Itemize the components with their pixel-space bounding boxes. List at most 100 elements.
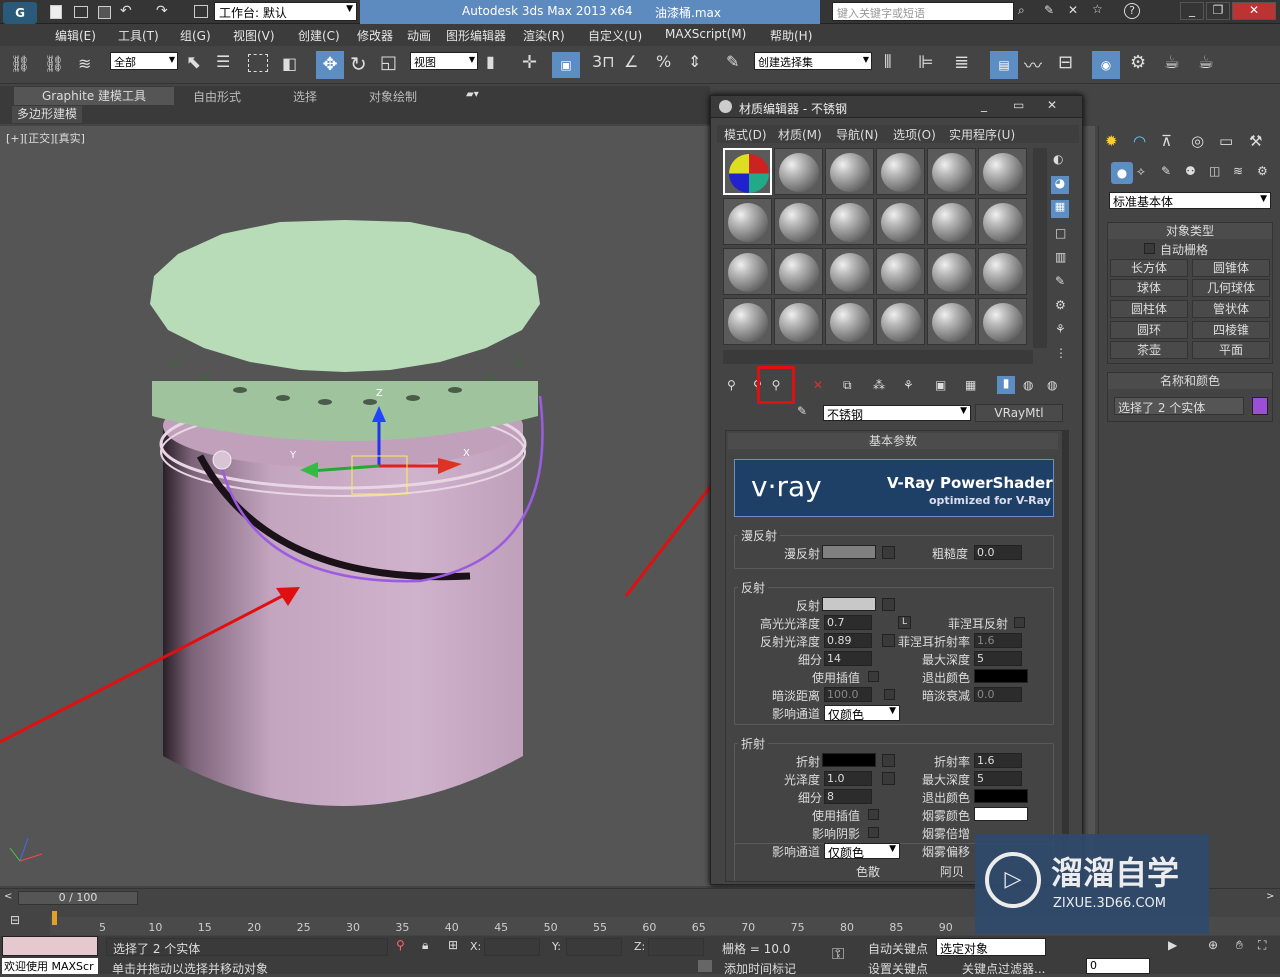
object-type-title[interactable]: 对象类型 — [1108, 223, 1272, 239]
modify-tab-icon[interactable]: ◠ — [1133, 132, 1146, 150]
video-color-icon[interactable]: ▥ — [1055, 250, 1066, 264]
autogrid-checkbox[interactable] — [1144, 243, 1155, 254]
maxscript-listener[interactable] — [2, 936, 98, 956]
menu-rendering[interactable]: 渲染(R) — [523, 27, 565, 44]
refr-gloss-spinner[interactable]: 1.0 — [824, 771, 872, 786]
menu-tools[interactable]: 工具(T) — [118, 27, 159, 44]
frame-number-field[interactable]: 0 — [1086, 958, 1150, 974]
use-interp-checkbox[interactable] — [868, 671, 879, 682]
mat-menu-mode[interactable]: 模式(D) — [724, 126, 767, 143]
dim-dist-checkbox[interactable] — [884, 689, 895, 700]
mat-menu-material[interactable]: 材质(M) — [778, 126, 822, 143]
create-tab-icon[interactable]: ✹ — [1105, 132, 1118, 150]
diffuse-swatch[interactable] — [822, 545, 876, 559]
material-slot[interactable] — [774, 148, 823, 195]
display-tab-icon[interactable]: ▭ — [1219, 132, 1233, 150]
graphite-toggle-icon[interactable]: ▤ — [990, 51, 1018, 79]
add-time-tag[interactable]: 添加时间标记 — [724, 960, 796, 977]
material-slot[interactable] — [978, 298, 1027, 345]
material-slot[interactable] — [927, 198, 976, 245]
refr-gloss-map-button[interactable] — [882, 772, 895, 785]
refr-subdivs-spinner[interactable]: 8 — [824, 789, 872, 804]
create-torus-button[interactable]: 圆环 — [1110, 321, 1188, 339]
search-input[interactable]: 键入关键字或短语 — [832, 2, 1014, 21]
fresnel-checkbox[interactable] — [1014, 617, 1025, 628]
material-slot[interactable] — [876, 148, 925, 195]
basic-params-title[interactable]: 基本参数 — [728, 433, 1058, 449]
menu-create[interactable]: 创建(C) — [298, 27, 340, 44]
fog-color-swatch[interactable] — [974, 807, 1028, 821]
material-slot[interactable] — [927, 148, 976, 195]
affect-channels-dropdown[interactable]: 仅颜色 ▼ — [824, 705, 900, 722]
key-filters-button[interactable]: 关键点过滤器... — [962, 960, 1045, 977]
material-slot[interactable] — [978, 198, 1027, 245]
menu-views[interactable]: 视图(V) — [233, 27, 275, 44]
menu-help[interactable]: 帮助(H) — [770, 27, 812, 44]
material-slot[interactable] — [825, 198, 874, 245]
slots-scrollbar[interactable] — [1033, 148, 1047, 348]
zoom-extents-icon[interactable]: ⊕ — [1208, 938, 1218, 952]
dim-falloff-spinner[interactable]: 0.0 — [974, 687, 1022, 702]
set-key-button[interactable]: 设置关键点 — [868, 960, 928, 977]
mat-menu-utilities[interactable]: 实用程序(U) — [949, 126, 1015, 143]
render-production-icon[interactable]: ☕ — [1198, 52, 1220, 74]
project-folder-icon[interactable] — [194, 5, 208, 18]
material-slot[interactable] — [825, 298, 874, 345]
material-slot[interactable] — [927, 298, 976, 345]
ribbon-tab-graphite[interactable]: Graphite 建模工具 — [14, 87, 174, 105]
material-editor-titlebar[interactable]: 材质编辑器 - 不锈钢 _ ▭ ✕ — [711, 96, 1082, 118]
shapes-icon[interactable]: ⟡ — [1137, 164, 1145, 179]
material-slot[interactable] — [927, 248, 976, 295]
create-teapot-button[interactable]: 茶壶 — [1110, 341, 1188, 359]
mat-map-nav-icon[interactable]: ⋮ — [1055, 346, 1067, 360]
menu-customize[interactable]: 自定义(U) — [588, 27, 642, 44]
make-copy-icon[interactable]: ⧉ — [843, 378, 852, 393]
create-sphere-button[interactable]: 球体 — [1110, 279, 1188, 297]
create-box-button[interactable]: 长方体 — [1110, 259, 1188, 277]
minimize-icon[interactable]: _ — [1180, 2, 1204, 20]
binoculars-icon[interactable]: ⌕ — [1018, 3, 1025, 18]
ribbon-subtab-poly[interactable]: 多边形建模 — [12, 106, 82, 123]
background-icon[interactable]: ▦ — [1051, 200, 1069, 218]
spinner-snap-icon[interactable]: ⇕ — [688, 52, 710, 74]
selected-dropdown[interactable]: 选定对象 — [936, 938, 1046, 956]
material-slot[interactable] — [876, 198, 925, 245]
help-icon[interactable]: ? — [1124, 3, 1140, 19]
systems-icon[interactable]: ⚙ — [1257, 164, 1268, 178]
z-coord-field[interactable] — [648, 938, 704, 956]
material-slot[interactable] — [723, 198, 772, 245]
open-file-icon[interactable] — [74, 6, 88, 18]
select-by-material-icon[interactable]: ⚘ — [1055, 322, 1066, 336]
prev-frame-icon[interactable]: < — [4, 891, 12, 902]
show-map-icon[interactable]: ▦ — [965, 378, 976, 392]
material-slot[interactable] — [723, 248, 772, 295]
rotate-icon[interactable]: ↻ — [350, 52, 372, 76]
refr-affect-channels-dropdown[interactable]: 仅颜色 ▼ — [824, 843, 900, 860]
lights-icon[interactable]: ✎ — [1161, 164, 1171, 178]
mat-close-icon[interactable]: ✕ — [1047, 98, 1057, 112]
next-frame-icon[interactable]: > — [1266, 891, 1274, 902]
spacewarps-icon[interactable]: ≋ — [1233, 164, 1243, 178]
app-logo-icon[interactable]: G — [3, 2, 37, 24]
restore-icon[interactable]: ❐ — [1206, 2, 1230, 20]
workspace-dropdown[interactable]: 工作台: 默认 ▼ — [214, 2, 357, 21]
material-slot-active[interactable] — [723, 148, 772, 195]
close-icon[interactable]: ✕ — [1232, 2, 1276, 20]
ribbon-tab-selection[interactable]: 选择 — [293, 88, 317, 105]
menu-animation[interactable]: 动画 — [407, 27, 431, 44]
hilight-gloss-spinner[interactable]: 0.7 — [824, 615, 872, 630]
sample-type-icon[interactable]: ◐ — [1053, 152, 1063, 166]
named-selection-dropdown[interactable]: 创建选择集 — [754, 52, 872, 70]
pivot-center-icon[interactable]: ▮ — [486, 52, 508, 74]
diffuse-map-button[interactable] — [882, 546, 895, 559]
cameras-icon[interactable]: ⚉ — [1185, 164, 1196, 178]
communication-icon[interactable]: ✕ — [1068, 3, 1078, 17]
create-pyramid-button[interactable]: 四棱锥 — [1192, 321, 1270, 339]
material-slot[interactable] — [825, 148, 874, 195]
isolate-icon[interactable]: ⚲ — [396, 938, 405, 952]
create-cylinder-button[interactable]: 圆柱体 — [1110, 300, 1188, 318]
menu-graph-editors[interactable]: 图形编辑器 — [446, 27, 506, 44]
refr-exit-color-swatch[interactable] — [974, 789, 1028, 803]
align-icon[interactable]: ⊫ — [918, 52, 940, 74]
redo-icon[interactable]: ↷ — [156, 3, 168, 19]
